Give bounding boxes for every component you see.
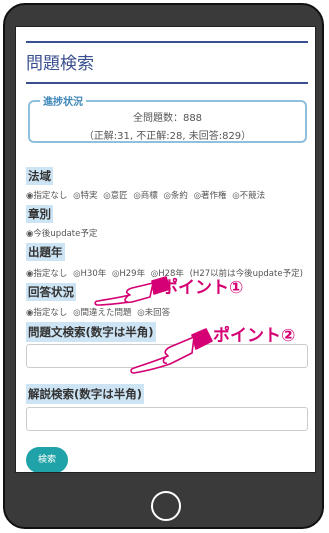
chapter-option-update[interactable]: ◉今後update予定	[26, 229, 97, 239]
page-title: 問題検索	[26, 41, 308, 84]
explanation-search-input[interactable]	[26, 407, 308, 431]
year-heading: 出題年	[26, 243, 65, 261]
explanation-search-label: 解説検索(数字は半角)	[26, 384, 145, 404]
annotation-point-2: ポイント②	[213, 326, 296, 346]
phone-frame: 問題検索 進捗状況 全問題数：888 （正解:31, 不正解:28, 未回答:8…	[3, 3, 324, 529]
domain-option-design[interactable]: ◎意匠	[103, 191, 127, 201]
domain-options: ◉指定なし ◎特実 ◎意匠 ◎商標 ◎条約 ◎著作権 ◎不競法	[26, 189, 268, 201]
answer-status-option-wrong[interactable]: ◎間違えた問題	[73, 308, 131, 318]
screen: 問題検索 進捗状況 全問題数：888 （正解:31, 不正解:28, 未回答:8…	[15, 26, 316, 473]
progress-detail: （正解:31, 不正解:28, 未回答:829）	[83, 131, 252, 142]
chapter-heading: 章別	[26, 205, 53, 223]
progress-total: 全問題数：888	[132, 113, 203, 124]
domain-option-patent[interactable]: ◎特実	[73, 191, 97, 201]
domain-option-trademark[interactable]: ◎商標	[133, 191, 157, 201]
search-button[interactable]: 検索	[26, 447, 68, 472]
pointing-hand-icon	[94, 276, 171, 306]
answer-status-option-none[interactable]: ◉指定なし	[26, 308, 67, 318]
answer-status-heading: 回答状況	[26, 283, 76, 301]
progress-box: 進捗状況 全問題数：888 （正解:31, 不正解:28, 未回答:829）	[28, 93, 307, 143]
progress-legend: 進捗状況	[40, 93, 86, 108]
chapter-options: ◉今後update予定	[26, 227, 100, 239]
domain-option-none[interactable]: ◉指定なし	[26, 191, 67, 201]
home-button-icon[interactable]	[151, 491, 181, 521]
domain-option-copyright[interactable]: ◎著作権	[194, 191, 227, 201]
domain-heading: 法域	[26, 167, 53, 185]
domain-option-treaty[interactable]: ◎条約	[164, 191, 188, 201]
annotation-point-1: ポイント①	[161, 278, 244, 298]
answer-status-option-unanswered[interactable]: ◎未回答	[137, 308, 170, 318]
year-option-none[interactable]: ◉指定なし	[26, 269, 67, 279]
domain-option-unfair-competition[interactable]: ◎不競法	[232, 191, 265, 201]
pointing-hand-icon	[130, 328, 213, 374]
